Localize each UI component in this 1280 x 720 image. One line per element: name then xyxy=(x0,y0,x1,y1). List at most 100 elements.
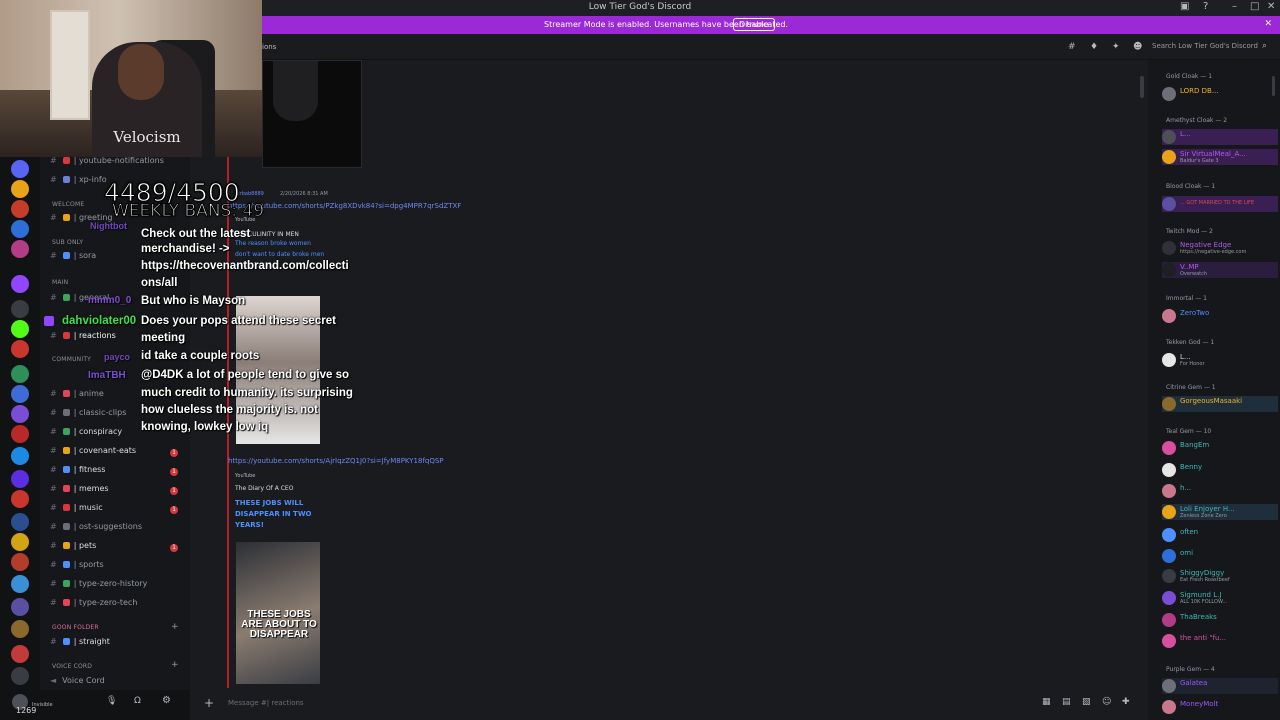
member-item[interactable]: ThaBreaks xyxy=(1162,612,1278,628)
server-icon[interactable] xyxy=(11,645,29,663)
category-voice-cord[interactable]: VOICE CORD xyxy=(52,663,92,670)
channel-item[interactable]: # | sports xyxy=(50,560,104,574)
video-thumbnail[interactable]: THESE JOBS ARE ABOUT TO DISAPPEAR xyxy=(236,542,320,684)
member-item[interactable]: Sigmund L.J ALL 10K FOLLOW... xyxy=(1162,590,1278,606)
channel-item[interactable]: # | xp-info xyxy=(50,175,107,189)
threads-icon[interactable]: # xyxy=(1068,42,1076,52)
channel-item[interactable]: # | ost-suggestions xyxy=(50,522,142,536)
server-icon[interactable] xyxy=(11,365,29,383)
sticker-icon[interactable]: ▧ xyxy=(1082,697,1091,707)
embed-channel[interactable]: The Diary Of A CEO xyxy=(235,485,325,492)
youtube-link[interactable]: https://youtube.com/shorts/AjrIqzZQ1J0?s… xyxy=(228,457,444,465)
channel-item[interactable]: # | pets xyxy=(50,541,96,555)
channel-item[interactable]: # | type-zero-history xyxy=(50,579,147,593)
member-item[interactable]: often xyxy=(1162,527,1278,543)
maximize-button[interactable]: □ xyxy=(1250,1,1259,12)
server-icon[interactable] xyxy=(11,160,29,178)
member-item[interactable]: V..MP Overwatch xyxy=(1162,262,1278,278)
server-icon[interactable] xyxy=(11,180,29,198)
member-item[interactable]: Benny xyxy=(1162,462,1278,478)
server-icon[interactable] xyxy=(11,620,29,638)
channel-item[interactable]: # | classic-clips xyxy=(50,408,126,422)
category-goon-folder[interactable]: GOON FOLDER xyxy=(52,624,99,631)
channel-item[interactable]: # | conspiracy xyxy=(50,427,122,441)
member-item[interactable]: Negative Edge https://negative-edge.com xyxy=(1162,240,1278,256)
member-item[interactable]: h... xyxy=(1162,483,1278,499)
channel-item[interactable]: # | music xyxy=(50,503,103,517)
close-banner-icon[interactable]: ✕ xyxy=(1264,19,1272,29)
gift-icon[interactable]: ▦ xyxy=(1042,697,1051,707)
server-icon[interactable] xyxy=(11,275,29,293)
server-icon[interactable] xyxy=(11,490,29,508)
embed-title[interactable]: THESE JOBS WILL DISAPPEAR IN TWO YEARS! xyxy=(235,498,325,531)
member-item[interactable]: BangEm xyxy=(1162,440,1278,456)
member-item[interactable]: the anti "fu... xyxy=(1162,633,1278,649)
channel-item[interactable]: # | covenant-eats xyxy=(50,446,136,460)
close-button[interactable]: ✕ xyxy=(1267,1,1275,12)
server-icon[interactable] xyxy=(11,553,29,571)
server-icon[interactable] xyxy=(11,220,29,238)
create-channel-icon[interactable]: + xyxy=(171,622,179,632)
server-icon[interactable] xyxy=(11,447,29,465)
server-icon[interactable] xyxy=(11,240,29,258)
member-item[interactable]: ZeroTwo xyxy=(1162,308,1278,324)
server-icon[interactable] xyxy=(11,200,29,218)
channel-item[interactable]: # | youtube-notifications xyxy=(50,156,164,170)
server-icon[interactable] xyxy=(11,470,29,488)
member-item[interactable]: Loli Enjoyer H... Zenless Zone Zero xyxy=(1162,504,1278,520)
category-community[interactable]: COMMUNITY xyxy=(52,356,91,363)
member-item[interactable]: MoneyMolt xyxy=(1162,699,1278,715)
channel-item-selected[interactable]: # | reactions xyxy=(50,331,116,345)
category-welcome[interactable]: WELCOME xyxy=(52,201,84,208)
member-item[interactable]: L... xyxy=(1162,129,1278,145)
settings-gear-icon[interactable]: ⚙ xyxy=(162,695,171,706)
inbox-icon[interactable]: ▣ xyxy=(1180,1,1189,12)
notification-icon[interactable]: ♦ xyxy=(1090,42,1098,52)
message-composer[interactable]: + Message #| reactions ▦ ▤ ▧ ☺ ✚ xyxy=(190,690,1148,720)
server-icon[interactable] xyxy=(11,533,29,551)
pin-icon[interactable]: ✦ xyxy=(1112,42,1120,52)
server-icon[interactable] xyxy=(11,513,29,531)
microphone-icon[interactable]: 🎙 xyxy=(106,696,117,706)
member-item[interactable]: Galatea xyxy=(1162,678,1278,694)
channel-item[interactable]: # | fitness xyxy=(50,465,105,479)
member-item[interactable]: Sir VirtualMeal_A... Baldur's Gate 3 xyxy=(1162,149,1278,165)
channel-item[interactable]: # | anime xyxy=(50,389,104,403)
disable-streamer-mode-button[interactable]: Disable xyxy=(733,18,775,31)
message-input[interactable]: Message #| reactions xyxy=(228,699,304,707)
server-icon[interactable] xyxy=(11,300,29,318)
server-icon[interactable] xyxy=(11,405,29,423)
channel-item[interactable]: # | straight xyxy=(50,637,110,651)
server-icon[interactable] xyxy=(11,340,29,358)
gif-icon[interactable]: ▤ xyxy=(1062,697,1071,707)
member-item[interactable]: omi xyxy=(1162,548,1278,564)
emoji-icon[interactable]: ☺ xyxy=(1102,697,1111,707)
apps-icon[interactable]: ✚ xyxy=(1122,697,1130,707)
category-main[interactable]: MAIN xyxy=(52,279,68,286)
server-icon[interactable] xyxy=(11,425,29,443)
member-item[interactable]: ShiggyDiggy Eat Fresh Roastbeef xyxy=(1162,568,1278,584)
member-item[interactable]: GorgeousMasaaki xyxy=(1162,396,1278,412)
headphones-icon[interactable]: Ω xyxy=(134,696,141,706)
server-icon[interactable] xyxy=(11,320,29,338)
minimize-button[interactable]: – xyxy=(1232,1,1237,12)
server-icon[interactable] xyxy=(11,598,29,616)
scrollbar[interactable] xyxy=(1272,76,1275,96)
scrollbar[interactable] xyxy=(1140,76,1144,98)
server-icon[interactable] xyxy=(11,667,29,685)
channel-item[interactable]: # | sora xyxy=(50,251,96,265)
channel-item[interactable]: # | memes xyxy=(50,484,109,498)
channel-item[interactable]: # | type-zero-tech xyxy=(50,598,137,612)
upload-plus-icon[interactable]: + xyxy=(204,696,214,710)
category-sub-only[interactable]: SUB ONLY xyxy=(52,239,83,246)
voice-channel-item[interactable]: ◄ Voice Cord xyxy=(50,676,105,690)
search-input[interactable]: Search Low Tier God's Discord xyxy=(1152,40,1274,54)
help-icon[interactable]: ? xyxy=(1203,1,1208,12)
server-icon[interactable] xyxy=(11,385,29,403)
member-list-icon[interactable]: ☻ xyxy=(1133,42,1142,52)
member-item[interactable]: LORD DB... xyxy=(1162,86,1278,102)
create-channel-icon[interactable]: + xyxy=(171,660,179,670)
member-item[interactable]: ... GOT MARRIED TO THE LIFE xyxy=(1162,196,1278,212)
server-icon[interactable] xyxy=(11,575,29,593)
member-item[interactable]: L... For Honor xyxy=(1162,352,1278,368)
